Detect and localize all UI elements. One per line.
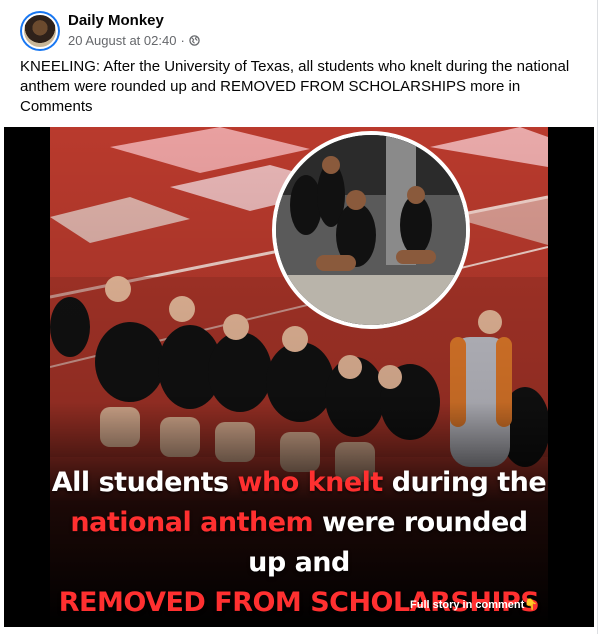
inset-photo <box>272 131 470 329</box>
post-text: KNEELING: After the University of Texas,… <box>20 58 570 115</box>
author-name[interactable]: Daily Monkey <box>68 12 164 29</box>
caption-line-2: national anthem were rounded up and <box>70 507 528 578</box>
post-header: Daily Monkey 20 August at 02:40 · <box>20 10 580 52</box>
full-story-label: Full story in comment👇 <box>410 599 538 611</box>
globe-icon[interactable] <box>189 35 200 46</box>
caption-line-1: All students who knelt during the <box>51 467 547 498</box>
post-meta: 20 August at 02:40 · <box>68 33 200 48</box>
timestamp[interactable]: 20 August at 02:40 <box>68 33 176 48</box>
kneeling-players-photo <box>276 135 466 325</box>
post-card: Daily Monkey 20 August at 02:40 · KNEELI… <box>0 0 598 634</box>
avatar[interactable] <box>20 11 60 51</box>
photo: All students who knelt during the nation… <box>50 127 548 627</box>
post-image[interactable]: All students who knelt during the nation… <box>4 127 594 627</box>
meta-separator: · <box>180 33 185 48</box>
